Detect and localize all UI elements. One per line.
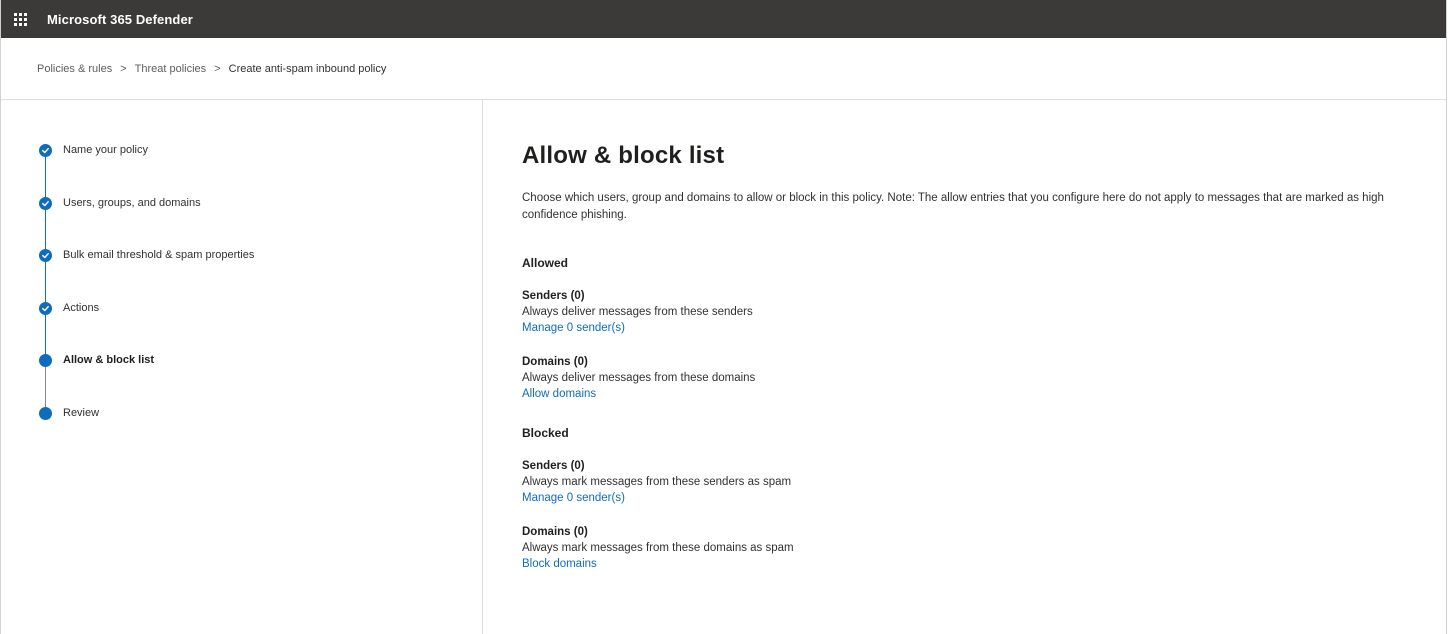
filled-circle-icon — [39, 406, 52, 420]
wizard-step-review[interactable]: Review — [39, 406, 254, 460]
step-connector — [45, 157, 46, 197]
breadcrumb-item-policies-rules[interactable]: Policies & rules — [37, 63, 112, 75]
checkmark-icon — [39, 301, 52, 315]
allowed-domains-section: Domains (0) Always deliver messages from… — [522, 354, 1446, 402]
step-connector — [45, 314, 46, 355]
wizard-body: Name your policy Users, groups, and doma… — [1, 100, 1446, 634]
manage-allowed-senders-link[interactable]: Manage 0 sender(s) — [522, 322, 625, 334]
blocked-senders-title: Senders (0) — [522, 460, 585, 472]
top-app-bar: Microsoft 365 Defender — [1, 0, 1446, 38]
block-domains-link[interactable]: Block domains — [522, 558, 597, 570]
wizard-steps-pane: Name your policy Users, groups, and doma… — [1, 100, 483, 634]
allowed-domains-description: Always deliver messages from these domai… — [522, 372, 756, 384]
breadcrumb-item-threat-policies[interactable]: Threat policies — [135, 63, 207, 75]
step-connector — [45, 367, 46, 408]
wizard-content: Allow & block list Choose which users, g… — [483, 100, 1446, 634]
page-description: Choose which users, group and domains to… — [522, 192, 1384, 221]
wizard-step-allow-block-list[interactable]: Allow & block list — [39, 354, 254, 408]
blocked-domains-title: Domains (0) — [522, 526, 588, 538]
breadcrumb-separator: > — [214, 62, 221, 75]
wizard-step-label: Review — [63, 406, 100, 419]
app-frame: Microsoft 365 Defender Policies & rules … — [0, 0, 1447, 634]
blocked-domains-section: Domains (0) Always mark messages from th… — [522, 524, 1446, 572]
step-connector — [45, 209, 46, 250]
allowed-heading: Allowed — [522, 256, 569, 270]
wizard-step-actions[interactable]: Actions — [39, 301, 254, 355]
wizard-step-label: Users, groups, and domains — [63, 196, 201, 209]
blocked-senders-description: Always mark messages from these senders … — [522, 476, 792, 488]
wizard-step-label-current: Allow & block list — [63, 354, 155, 367]
allowed-senders-description: Always deliver messages from these sende… — [522, 306, 753, 318]
blocked-domains-description: Always mark messages from these domains … — [522, 542, 794, 554]
manage-blocked-senders-link[interactable]: Manage 0 sender(s) — [522, 492, 625, 504]
wizard-step-label: Bulk email threshold & spam properties — [63, 249, 255, 262]
checkmark-icon — [39, 144, 52, 157]
page-title: Allow & block list — [522, 142, 725, 169]
step-connector — [45, 262, 46, 303]
wizard-step-label: Name your policy — [63, 144, 148, 156]
wizard-step-bulk-email-threshold[interactable]: Bulk email threshold & spam properties — [39, 249, 255, 303]
waffle-icon — [13, 12, 27, 26]
filled-circle-icon — [39, 354, 52, 368]
wizard-step-users-groups-domains[interactable]: Users, groups, and domains — [39, 196, 254, 250]
allow-domains-link[interactable]: Allow domains — [522, 388, 596, 400]
checkmark-icon — [39, 196, 52, 210]
blocked-senders-section: Senders (0) Always mark messages from th… — [522, 458, 1446, 506]
allowed-senders-title: Senders (0) — [522, 290, 585, 302]
wizard-steps: Name your policy Users, groups, and doma… — [39, 144, 254, 460]
allowed-domains-title: Domains (0) — [522, 356, 588, 368]
wizard-step-label: Actions — [63, 301, 100, 314]
breadcrumb-current: Create anti-spam inbound policy — [228, 62, 387, 75]
app-launcher-button[interactable] — [1, 0, 39, 38]
checkmark-icon — [39, 249, 52, 263]
breadcrumb-separator: > — [120, 62, 127, 75]
breadcrumb: Policies & rules > Threat policies > Cre… — [1, 38, 1446, 100]
allowed-senders-section: Senders (0) Always deliver messages from… — [522, 288, 1446, 336]
wizard-step-name-policy[interactable]: Name your policy — [39, 144, 254, 197]
app-title[interactable]: Microsoft 365 Defender — [47, 12, 193, 27]
blocked-heading: Blocked — [522, 426, 569, 440]
